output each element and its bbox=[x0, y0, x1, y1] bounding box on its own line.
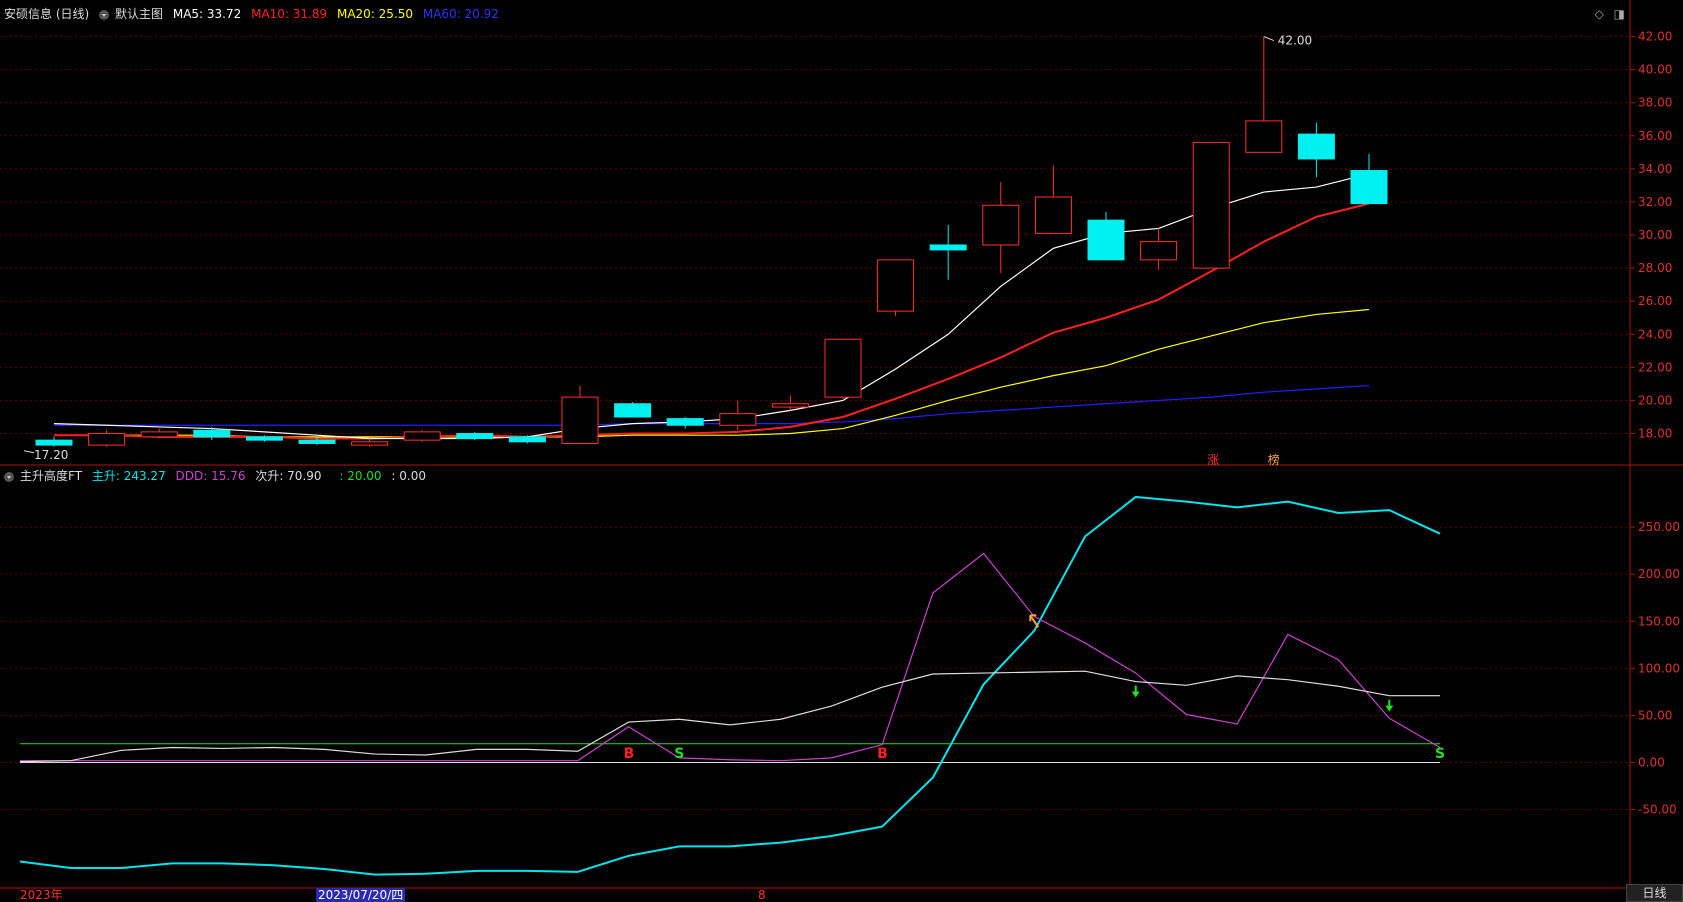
ma5-line bbox=[53, 173, 1370, 440]
ma20-label: MA20: 25.50 bbox=[336, 7, 414, 21]
y-tick-label: 0.00 bbox=[1638, 756, 1665, 770]
y-tick-label: -50.00 bbox=[1638, 803, 1677, 817]
y-tick-label: 50.00 bbox=[1638, 708, 1672, 722]
ma5-label: MA5: 33.72 bbox=[172, 7, 242, 21]
ddd-label: DDD: 15.76 bbox=[175, 469, 246, 483]
candle-body bbox=[403, 431, 441, 441]
candle-body bbox=[1140, 241, 1178, 261]
line20-label: : 20.00 bbox=[339, 469, 382, 483]
high-marker bbox=[1263, 36, 1274, 42]
candle-body bbox=[245, 436, 283, 441]
ma60-line bbox=[54, 384, 1370, 426]
signal-marker: B bbox=[877, 746, 888, 762]
y-tick-label: 30.00 bbox=[1638, 228, 1672, 242]
y-tick-label: 36.00 bbox=[1638, 129, 1672, 143]
main-chart-header: 安硕信息 (日线) 默认主图 MA5: 33.72 MA10: 31.89 MA… bbox=[4, 6, 505, 22]
signal-marker: B bbox=[624, 746, 635, 762]
dropdown-icon[interactable] bbox=[99, 9, 110, 20]
candle-body bbox=[824, 338, 862, 398]
candle-body bbox=[719, 413, 757, 426]
ma60-label: MA60: 20.92 bbox=[422, 7, 499, 21]
y-tick-label: 20.00 bbox=[1638, 393, 1672, 407]
cisheng-label: 次升: 70.90 bbox=[255, 469, 322, 483]
y-tick-label: 250.00 bbox=[1638, 520, 1680, 534]
chart-canvas: 42.00 40.00 38.00 36.00 34.00 32.00 30.00 28.00… bbox=[0, 0, 1683, 889]
y-tick-label: 24.00 bbox=[1638, 327, 1672, 341]
month-label: 8 bbox=[758, 888, 766, 902]
candle-body bbox=[1087, 219, 1125, 261]
period-tab[interactable]: 日线 bbox=[1626, 884, 1683, 902]
y-tick-label: 28.00 bbox=[1638, 261, 1672, 275]
low-annotation: 17.20 bbox=[34, 448, 68, 462]
series-line-DDD bbox=[20, 552, 1441, 762]
down-arrow-icon bbox=[1131, 685, 1140, 698]
candle-body bbox=[140, 431, 178, 438]
ma20-line bbox=[54, 308, 1370, 438]
series-line-次升 bbox=[19, 670, 1440, 763]
y-tick-label: 42.00 bbox=[1638, 30, 1672, 44]
y-tick-label: 100.00 bbox=[1638, 661, 1680, 675]
series-line-主升 bbox=[19, 495, 1441, 876]
stock-name[interactable]: 安硕信息 (日线) bbox=[4, 7, 89, 21]
candle-body bbox=[771, 403, 809, 408]
candle-body bbox=[1350, 170, 1388, 205]
y-tick-label: 38.00 bbox=[1638, 96, 1672, 110]
signal-marker: S bbox=[1435, 746, 1445, 762]
candle-body bbox=[1034, 196, 1072, 234]
candle-body bbox=[193, 429, 231, 438]
high-annotation: 42.00 bbox=[1278, 34, 1312, 48]
y-tick-label: 34.00 bbox=[1638, 162, 1672, 176]
y-tick-label: 150.00 bbox=[1638, 614, 1680, 628]
candle-body bbox=[614, 403, 652, 418]
y-tick-label: 22.00 bbox=[1638, 360, 1672, 374]
candle-body bbox=[351, 441, 389, 446]
y-tick-label: 32.00 bbox=[1638, 195, 1672, 209]
candle-body bbox=[1192, 141, 1230, 269]
y-tick-label: 26.00 bbox=[1638, 294, 1672, 308]
ma10-label: MA10: 31.89 bbox=[251, 7, 328, 21]
low-marker bbox=[23, 450, 35, 454]
marker-zhang: 涨 bbox=[1207, 452, 1219, 467]
candle-body bbox=[666, 418, 704, 426]
candle-body bbox=[88, 433, 126, 446]
candle-body bbox=[298, 439, 336, 444]
down-arrow-icon bbox=[1385, 699, 1394, 712]
y-tick-label: 40.00 bbox=[1638, 63, 1672, 77]
y-tick-label: 18.00 bbox=[1638, 427, 1672, 441]
main-chart-label[interactable]: 默认主图 bbox=[115, 7, 163, 21]
signal-marker: S bbox=[674, 746, 684, 762]
line0-label: : 0.00 bbox=[391, 469, 426, 483]
zhusheng-label: 主升: 243.27 bbox=[91, 469, 166, 483]
top-icons: ◇ ◨ bbox=[1589, 7, 1625, 21]
candle-body bbox=[1297, 133, 1335, 160]
candle-body bbox=[982, 204, 1020, 246]
dropdown-icon[interactable] bbox=[4, 471, 14, 482]
ma10-line bbox=[54, 202, 1370, 440]
indicator-name[interactable]: 主升高度FT bbox=[20, 469, 82, 483]
candle-body bbox=[508, 436, 546, 443]
y-tick-label: 200.00 bbox=[1638, 567, 1680, 581]
candle-body bbox=[1245, 120, 1283, 153]
diamond-icon[interactable]: ◇ bbox=[1595, 7, 1604, 21]
candle-body bbox=[456, 433, 494, 439]
window-icon[interactable]: ◨ bbox=[1614, 7, 1625, 21]
candle-body bbox=[929, 244, 967, 251]
candle-body bbox=[35, 439, 73, 446]
date-cursor-label: 2023/07/20/四 bbox=[316, 888, 406, 902]
year-label: 2023年 bbox=[20, 888, 63, 902]
marker-bang: 榜 bbox=[1268, 452, 1280, 467]
candle-body bbox=[561, 396, 599, 444]
candle-body bbox=[877, 259, 915, 312]
indicator-header: 主升高度FT 主升: 243.27 DDD: 15.76 次升: 70.90 :… bbox=[4, 468, 432, 484]
